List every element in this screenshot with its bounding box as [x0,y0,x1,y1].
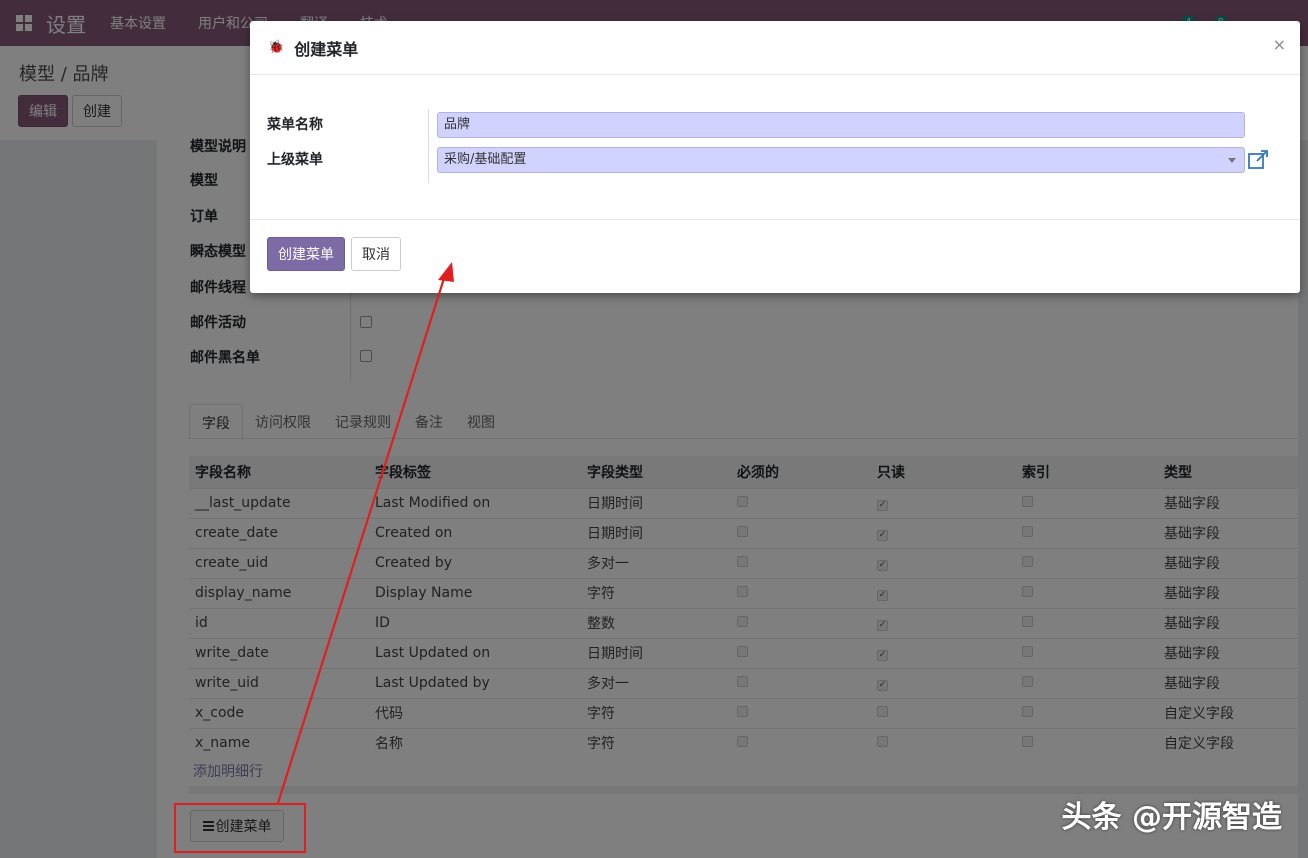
dialog-field-separator [428,109,429,183]
close-icon[interactable]: × [1273,35,1286,54]
menu-name-label: 菜单名称 [267,117,323,133]
parent-menu-label: 上级菜单 [267,152,323,168]
create-menu-submit-button[interactable]: 创建菜单 [267,237,345,271]
external-link-icon[interactable] [1247,149,1271,171]
parent-menu-select[interactable]: 采购/基础配置 [437,147,1245,173]
dialog-title: 创建菜单 [294,39,359,59]
highlight-box [174,803,306,853]
cancel-button[interactable]: 取消 [351,237,401,271]
chevron-down-icon[interactable] [1228,158,1236,163]
dialog-header: 🐞 创建菜单 [250,21,1300,75]
dialog-footer: 创建菜单 取消 [250,219,1300,293]
create-menu-dialog: 🐞 创建菜单 × 菜单名称 上级菜单 品牌 采购/基础配置 创建菜单 取消 [250,21,1300,293]
bug-icon: 🐞 [268,40,285,55]
parent-menu-value: 采购/基础配置 [444,152,527,167]
menu-name-input[interactable]: 品牌 [437,112,1245,138]
watermark: 头条 @开源智造 [1061,800,1282,835]
